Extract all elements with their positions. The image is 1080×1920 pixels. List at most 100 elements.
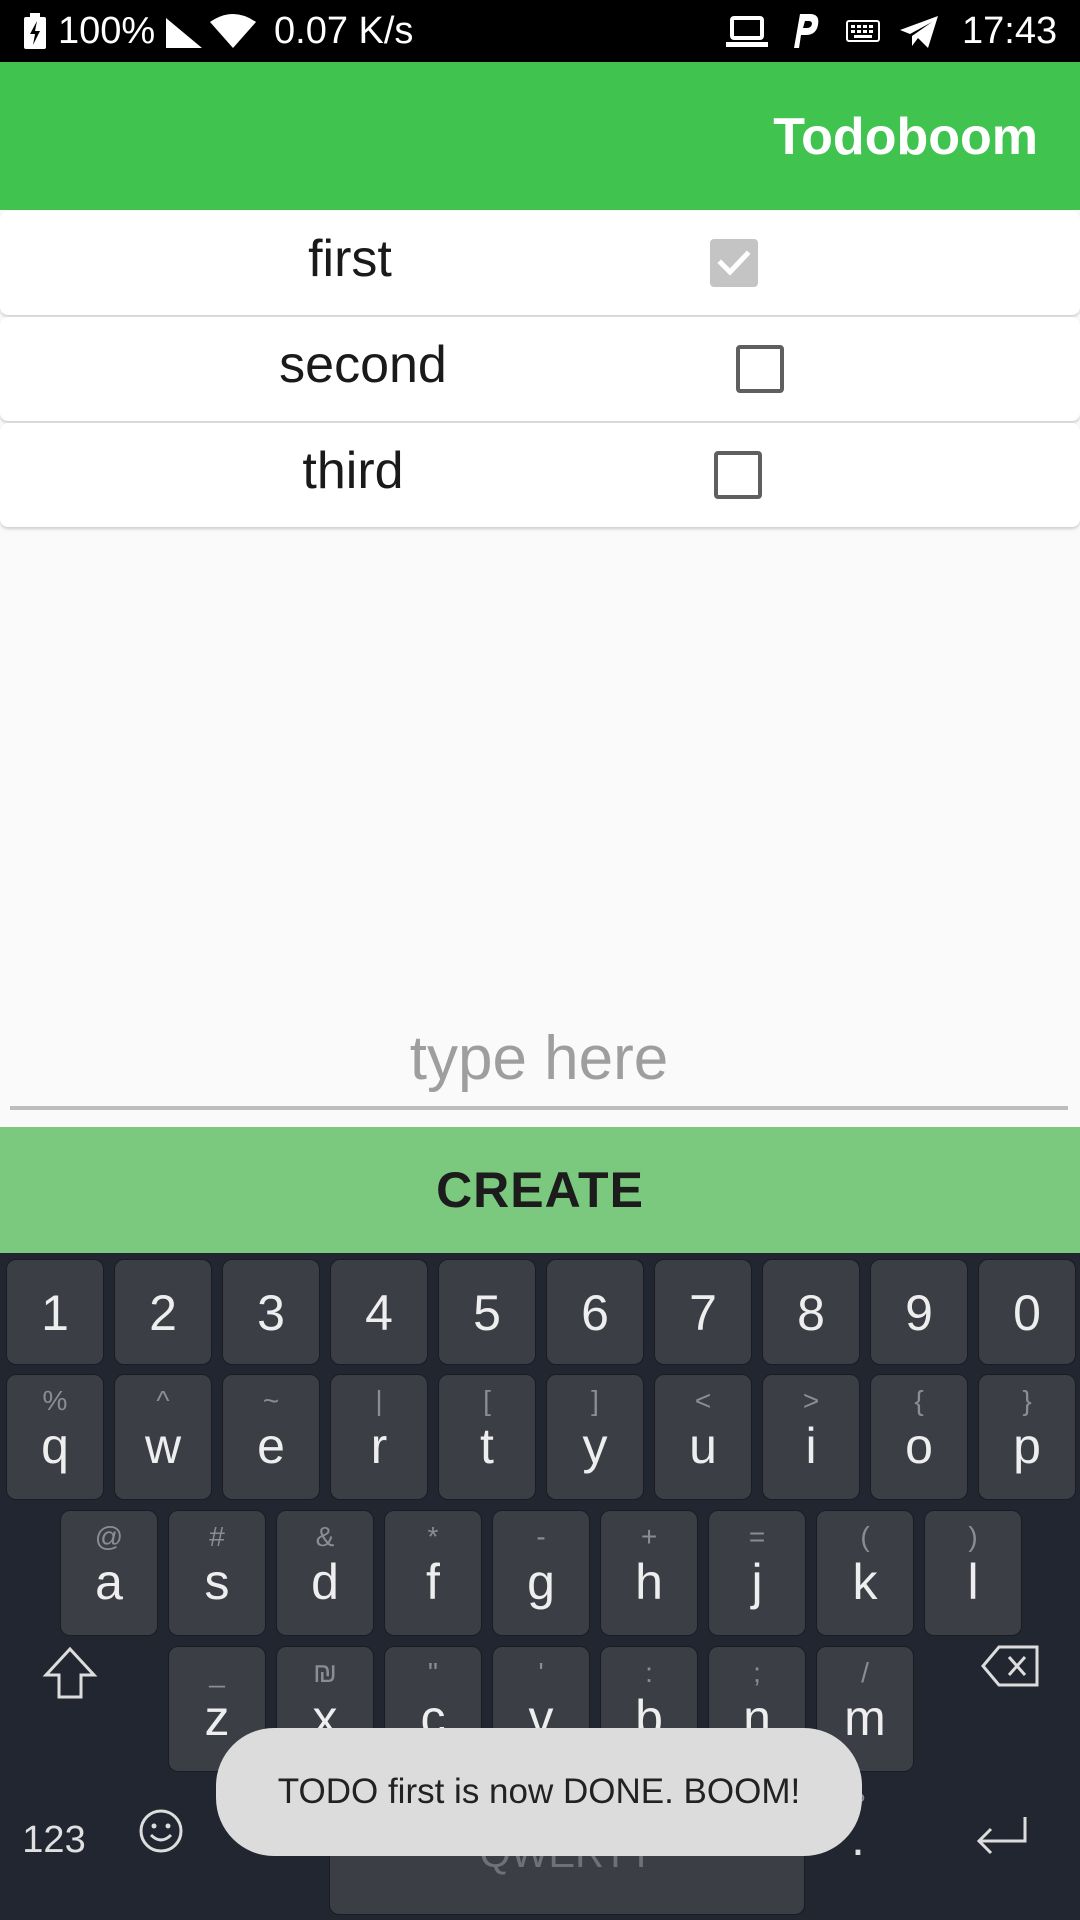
- wifi-icon: [210, 14, 256, 48]
- todo-item: second: [0, 317, 1080, 421]
- key-number[interactable]: 1: [6, 1259, 104, 1365]
- key-letter[interactable]: -g: [492, 1510, 590, 1636]
- key-secondary-label: |: [375, 1385, 383, 1416]
- key-letter[interactable]: ] y: [546, 1374, 644, 1500]
- key-label: a: [95, 1554, 123, 1610]
- key-label: s: [204, 1554, 230, 1610]
- key-secondary-label: ^: [156, 1385, 170, 1416]
- key-letter[interactable]: {o: [870, 1374, 968, 1500]
- key-secondary-label: ): [968, 1521, 978, 1552]
- create-button[interactable]: CREATE: [0, 1127, 1080, 1253]
- key-label: 7: [689, 1285, 717, 1341]
- key-label: h: [635, 1554, 663, 1610]
- keyboard-icon: [846, 20, 880, 42]
- key-label: l: [967, 1554, 979, 1610]
- key-number[interactable]: 9: [870, 1259, 968, 1365]
- key-letter[interactable]: = j: [708, 1510, 806, 1636]
- key-letter[interactable]: < u: [654, 1374, 752, 1500]
- key-secondary-label: @: [94, 1521, 124, 1552]
- toast-message: TODO first is now DONE. BOOM!: [216, 1728, 862, 1856]
- key-label: g: [527, 1554, 555, 1610]
- emoji-key[interactable]: [136, 1807, 186, 1857]
- p-icon: [794, 14, 819, 48]
- key-label: p: [1013, 1418, 1041, 1474]
- checkmark-icon: [717, 250, 751, 276]
- laptop-icon: [726, 16, 768, 47]
- key-label: 9: [905, 1285, 933, 1341]
- enter-key[interactable]: [966, 1813, 1036, 1863]
- key-secondary-label: ": [428, 1657, 438, 1688]
- key-secondary-label: [: [483, 1385, 491, 1416]
- network-speed: 0.07 K/s: [274, 10, 414, 52]
- key-label: e: [257, 1418, 285, 1474]
- todo-input[interactable]: [10, 1010, 1068, 1110]
- key-secondary-label: -: [536, 1521, 546, 1552]
- key-letter[interactable]: ^ w: [114, 1374, 212, 1500]
- key-secondary-label: }: [1022, 1385, 1032, 1416]
- key-secondary-label: {: [914, 1385, 924, 1416]
- key-secondary-label: ₪: [313, 1657, 337, 1688]
- key-letter[interactable]: > i: [762, 1374, 860, 1500]
- key-label: d: [311, 1554, 339, 1610]
- key-label: q: [41, 1418, 69, 1474]
- key-secondary-label: *: [427, 1521, 439, 1552]
- key-number[interactable]: 2: [114, 1259, 212, 1365]
- status-bar: 100% 0.07 K/s 17:43: [0, 0, 1080, 62]
- key-label: i: [805, 1418, 817, 1474]
- key-letter[interactable]: * f: [384, 1510, 482, 1636]
- key-secondary-label: /: [861, 1657, 869, 1688]
- key-letter[interactable]: } p: [978, 1374, 1076, 1500]
- key-letter[interactable]: % q: [6, 1374, 104, 1500]
- numbers-key[interactable]: 123: [14, 1819, 94, 1862]
- key-letter[interactable]: ~ e: [222, 1374, 320, 1500]
- app-title: Todoboom: [773, 108, 1038, 166]
- key-secondary-label: >: [802, 1385, 820, 1416]
- key-number[interactable]: 0: [978, 1259, 1076, 1365]
- app-bar: Todoboom: [0, 62, 1080, 210]
- key-label: t: [480, 1418, 494, 1474]
- key-secondary-label: ': [538, 1657, 544, 1688]
- key-label: 8: [797, 1285, 825, 1341]
- key-label: 6: [581, 1285, 609, 1341]
- key-letter[interactable]: [t: [438, 1374, 536, 1500]
- backspace-icon: [981, 1645, 1039, 1687]
- key-letter[interactable]: @ a: [60, 1510, 158, 1636]
- battery-percent: 100%: [58, 10, 156, 52]
- todo-item: first: [0, 211, 1080, 315]
- key-secondary-label: ;: [753, 1657, 761, 1688]
- key-label: r: [370, 1418, 388, 1474]
- key-letter[interactable]: | r: [330, 1374, 428, 1500]
- key-label: 3: [257, 1285, 285, 1341]
- key-label: w: [144, 1418, 182, 1474]
- backspace-key[interactable]: [976, 1641, 1046, 1711]
- key-label: y: [582, 1418, 608, 1474]
- key-letter[interactable]: ) l: [924, 1510, 1022, 1636]
- key-secondary-label: _: [209, 1657, 225, 1688]
- key-label: 4: [365, 1285, 393, 1341]
- todo-label: first: [308, 230, 392, 288]
- key-secondary-label: &: [315, 1521, 335, 1552]
- key-secondary-label: =: [748, 1521, 766, 1552]
- key-letter[interactable]: & d: [276, 1510, 374, 1636]
- key-label: u: [689, 1418, 717, 1474]
- todo-checkbox[interactable]: [714, 451, 762, 499]
- key-letter[interactable]: + h: [600, 1510, 698, 1636]
- key-secondary-label: <: [694, 1385, 712, 1416]
- key-letter[interactable]: # s: [168, 1510, 266, 1636]
- key-label: 5: [473, 1285, 501, 1341]
- todo-checkbox[interactable]: [736, 345, 784, 393]
- key-number[interactable]: 4: [330, 1259, 428, 1365]
- shift-key[interactable]: [30, 1643, 110, 1723]
- battery-charging-icon: [24, 13, 46, 49]
- todo-checkbox-checked[interactable]: [710, 239, 758, 287]
- key-number[interactable]: 8: [762, 1259, 860, 1365]
- key-number[interactable]: 3: [222, 1259, 320, 1365]
- key-secondary-label: ]: [591, 1385, 599, 1416]
- key-number[interactable]: 5: [438, 1259, 536, 1365]
- key-number[interactable]: 7: [654, 1259, 752, 1365]
- key-letter[interactable]: (k: [816, 1510, 914, 1636]
- key-number[interactable]: 6: [546, 1259, 644, 1365]
- key-label: 2: [149, 1285, 177, 1341]
- shift-icon: [42, 1646, 98, 1699]
- key-label: 1: [41, 1285, 69, 1341]
